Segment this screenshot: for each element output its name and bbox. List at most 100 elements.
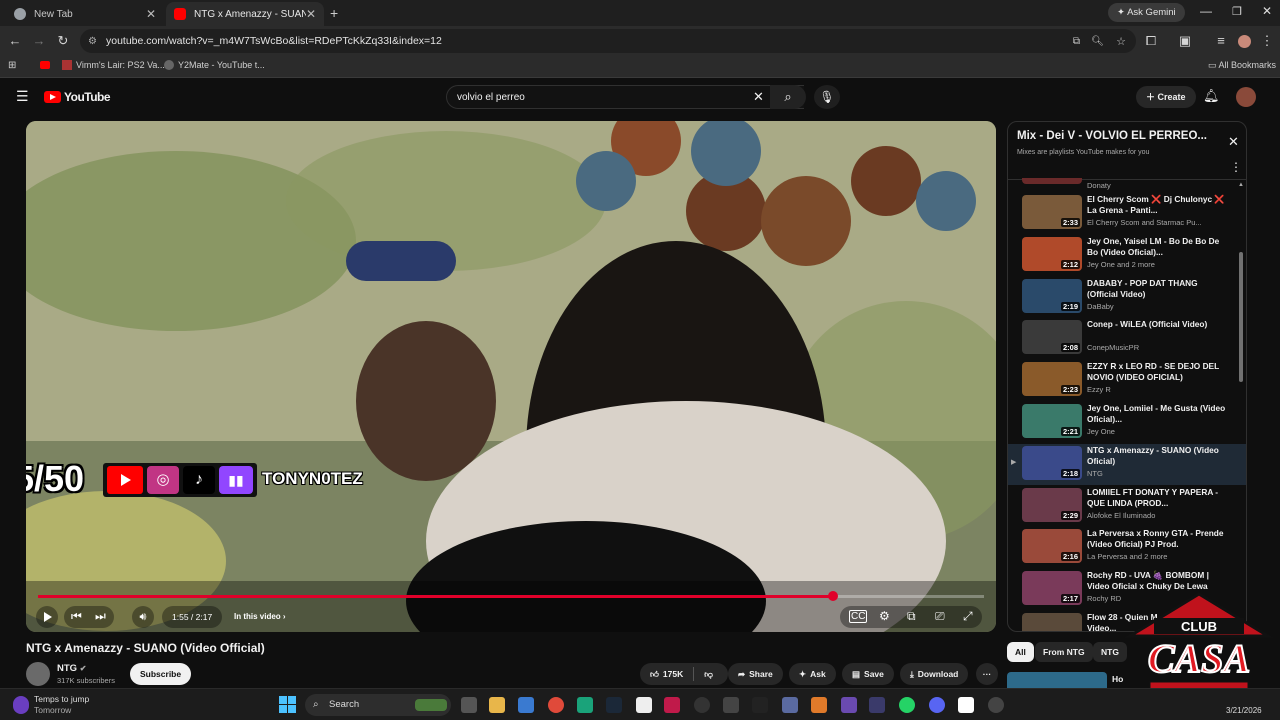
scroll-thumb[interactable]	[1239, 252, 1243, 382]
forward-arrow-icon[interactable]: →	[30, 32, 48, 50]
document-icon[interactable]	[636, 697, 652, 713]
playlist-menu-icon[interactable]: ⋮	[1230, 160, 1242, 174]
sidepanel-icon[interactable]: ▣	[1176, 32, 1194, 50]
subscribe-button[interactable]: Subscribe	[130, 663, 192, 685]
site-info-icon[interactable]: ⚙	[88, 36, 97, 47]
scroll-up-icon[interactable]: ▲	[1238, 182, 1244, 188]
ask-button[interactable]: ✦ Ask	[789, 663, 836, 685]
list-item[interactable]: 2:21 Jey One, Lomiiel - Me Gusta (Video O…	[1008, 402, 1246, 443]
weather-text[interactable]: Temps to jump	[34, 694, 89, 704]
list-item[interactable]: 2:29 LOMIIEL FT DONATY Y PAPERA - QUE LIN…	[1008, 486, 1246, 527]
chip-from-ntg[interactable]: From NTG	[1035, 642, 1093, 662]
minimize-button[interactable]: —	[1200, 4, 1212, 18]
file-explorer-icon[interactable]	[489, 697, 505, 713]
youtube-logo[interactable]: YouTube	[44, 90, 111, 104]
app-icon[interactable]	[988, 697, 1004, 713]
taskbar-search[interactable]: ⌕ Search	[305, 694, 451, 716]
search-button[interactable]: ⌕	[770, 85, 806, 109]
download-button[interactable]: ⤓ Download	[900, 663, 969, 685]
notifications-bell-icon[interactable]: 🔔︎	[1203, 88, 1220, 104]
app-icon[interactable]	[869, 697, 885, 713]
list-item[interactable]: 2:08 Conep - WiLEA (Official Video) ConepM…	[1008, 318, 1246, 359]
maximize-button[interactable]: ❐	[1232, 5, 1242, 18]
zoom-icon[interactable]: 🔍︎	[1091, 36, 1104, 47]
more-actions-button[interactable]: ···	[976, 663, 998, 685]
progress-scrubber[interactable]	[827, 591, 838, 601]
close-playlist-icon[interactable]: ✕	[1228, 134, 1239, 150]
related-thumbnail[interactable]	[1007, 672, 1107, 688]
user-avatar[interactable]	[1236, 87, 1256, 107]
tab-new-tab[interactable]: New Tab ✕	[6, 2, 164, 26]
ask-gemini-button[interactable]: ✦ Ask Gemini	[1108, 3, 1185, 22]
app-icon[interactable]	[782, 697, 798, 713]
fullscreen-icon[interactable]: ⤢	[963, 609, 973, 624]
game-icon[interactable]	[752, 697, 768, 713]
like-count[interactable]: 175K	[663, 669, 683, 679]
profile-avatar[interactable]	[1238, 35, 1251, 48]
close-icon[interactable]: ✕	[306, 7, 316, 21]
close-icon[interactable]: ✕	[146, 7, 156, 21]
store-icon[interactable]	[518, 697, 534, 713]
address-bar[interactable]: ⚙ youtube.com/watch?v=_m4W7TsWcBo&list=R…	[80, 29, 1136, 53]
media-icon[interactable]: ≡	[1212, 32, 1230, 50]
youtube-bookmark-icon[interactable]	[40, 61, 50, 69]
scrollbar[interactable]: ▲	[1238, 182, 1244, 382]
extensions-icon[interactable]: ⧠	[1142, 32, 1160, 50]
list-item[interactable]: 2:12 Jey One, Yaisel LM - Bo De Bo De Bo …	[1008, 235, 1246, 276]
app-icon[interactable]	[577, 697, 593, 713]
captions-icon[interactable]: CC	[849, 610, 868, 623]
window-close-button[interactable]: ✕	[1262, 4, 1272, 18]
share-button[interactable]: ➦ Share	[728, 663, 783, 685]
app-icon[interactable]	[694, 697, 710, 713]
channel-name[interactable]: NTG ✔	[57, 663, 86, 674]
app-icon[interactable]	[841, 697, 857, 713]
chip-all[interactable]: All	[1007, 642, 1034, 662]
clear-search-icon[interactable]: ✕	[753, 89, 764, 105]
steam-icon[interactable]	[606, 697, 622, 713]
bookmark-vimms-lair[interactable]: Vimm's Lair: PS2 Va...	[62, 60, 165, 70]
acrobat-icon[interactable]	[664, 697, 680, 713]
back-arrow-icon[interactable]: ←	[6, 32, 24, 50]
task-view-icon[interactable]	[461, 697, 477, 713]
create-button[interactable]: ＋ Create	[1136, 86, 1196, 108]
chrome-icon[interactable]	[548, 697, 564, 713]
list-item-current[interactable]: ▶ 2:18 NTG x Amenazzy - SUANO (Video Ofici…	[1008, 443, 1246, 485]
new-tab-button[interactable]: +	[330, 5, 338, 21]
install-icon[interactable]: ⧉	[1073, 36, 1080, 47]
like-icon[interactable]: 👍︎	[650, 669, 659, 680]
voice-search-button[interactable]: 🎙︎	[814, 85, 840, 109]
windows-start-icon[interactable]	[279, 696, 296, 713]
reload-icon[interactable]: ↻	[54, 32, 72, 50]
bookmark-star-icon[interactable]: ☆	[1116, 35, 1126, 48]
app-icon[interactable]	[958, 697, 974, 713]
app-icon[interactable]	[811, 697, 827, 713]
play-button[interactable]	[36, 606, 58, 628]
whatsapp-icon[interactable]	[899, 697, 915, 713]
save-button[interactable]: ▤ Save	[842, 663, 894, 685]
app-icon[interactable]	[723, 697, 739, 713]
menu-dots-icon[interactable]: ⋮	[1258, 32, 1276, 50]
apps-grid-icon[interactable]: ⊞	[8, 60, 16, 71]
cast-icon[interactable]: ⎚	[935, 609, 945, 624]
list-item[interactable]: 2:33 El Cherry Scom ❌ Dj Chulonyc ❌ La Gr…	[1008, 193, 1246, 234]
next-icon[interactable]: ⏭	[95, 609, 106, 624]
chapters-button[interactable]: In this video ›	[226, 606, 294, 628]
list-item[interactable]: 2:19 DABABY - POP DAT THANG (Official Vid…	[1008, 277, 1246, 318]
video-player[interactable]: 5/50 ◎ ♪ ▮▮ TONYN0TEZ ⏮ ⏭ 🔊︎ 1:55 / 2:17…	[26, 121, 996, 632]
miniplayer-icon[interactable]: ⧉	[907, 609, 916, 624]
tab-youtube-video[interactable]: NTG x Amenazzy - SUANO (Vid ✕	[166, 2, 324, 26]
channel-avatar[interactable]	[26, 662, 50, 686]
hamburger-menu-icon[interactable]: ☰	[16, 88, 29, 105]
dislike-icon[interactable]: 👎︎	[704, 669, 713, 680]
bookmark-y2mate[interactable]: Y2Mate - YouTube t...	[164, 60, 265, 70]
settings-gear-icon[interactable]: ⚙	[879, 609, 890, 623]
weather-icon[interactable]	[13, 696, 29, 714]
search-input[interactable]: volvio el perreo ✕	[446, 85, 804, 109]
previous-icon[interactable]: ⏮	[71, 609, 82, 624]
volume-icon[interactable]: 🔊︎	[132, 606, 154, 628]
list-item[interactable]: 2:16 La Perversa x Ronny GTA - Prende (Vi…	[1008, 527, 1246, 568]
progress-bar[interactable]	[38, 591, 984, 601]
discord-icon[interactable]	[929, 697, 945, 713]
all-bookmarks[interactable]: ▭ All Bookmarks	[1208, 60, 1276, 71]
list-item[interactable]: 2:23 EZZY R x LEO RD - SE DEJO DEL NOVIO …	[1008, 360, 1246, 401]
